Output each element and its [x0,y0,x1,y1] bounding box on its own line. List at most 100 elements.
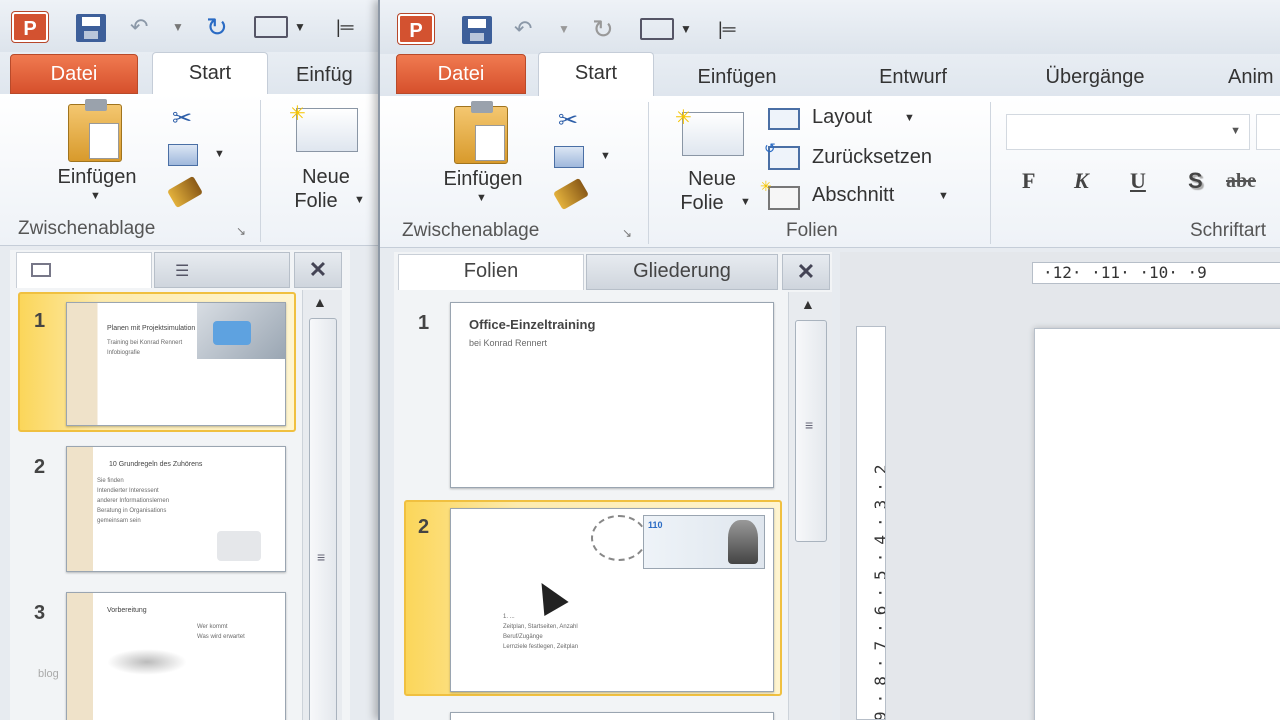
font-size-dropdown[interactable] [1256,114,1280,150]
panel-tab-gliederung[interactable]: Gliederung [586,254,778,290]
tab-start[interactable]: Start [538,52,654,96]
business-card-image: 110 [643,515,765,569]
slide-text-line: Beratung in Organisations [97,508,167,514]
tab-start[interactable]: Start [152,52,268,96]
slide-number: 2 [418,516,430,538]
panel-tab-folien[interactable]: Folien [398,254,584,290]
clipboard-group-label: Zwischenablage [402,220,540,241]
tab-datei[interactable]: Datei [396,54,526,94]
reset-icon[interactable]: ↺ [764,140,800,170]
slideshow-icon[interactable] [640,18,674,40]
new-slide-label-line2[interactable]: Folie [662,192,742,215]
save-icon[interactable] [462,16,492,44]
dropdown-arrow-icon[interactable]: ▼ [938,190,949,202]
save-icon[interactable] [76,14,106,42]
back-slide-panel: ☰ ✕ 1 Planen mit Projektsimulation Train… [10,250,350,720]
slide-thumb-3[interactable] [450,712,774,720]
customize-toolbar-icon[interactable]: |═ [336,14,353,40]
close-panel-icon[interactable]: ✕ [782,254,830,290]
tab-animationen[interactable]: Anim [1228,60,1280,96]
dropdown-arrow-icon[interactable]: ▼ [740,196,751,208]
redo-icon[interactable]: ↻ [592,16,614,42]
section-icon[interactable]: ✳ [760,178,800,210]
dropdown-arrow-icon[interactable]: ▼ [558,16,570,42]
paste-button-label[interactable]: Einfügen [426,168,540,191]
cut-icon[interactable]: ✂ [172,104,192,133]
bold-button[interactable]: F [1022,168,1035,194]
scroll-up-icon[interactable]: ▲ [801,296,815,312]
slide-thumb-1[interactable]: Planen mit Projektsimulation Training be… [66,302,286,426]
slide-thumb-1[interactable]: Office-Einzeltraining bei Konrad Rennert [450,302,774,488]
front-quick-access-toolbar: P ↶ ▼ ↻ ▼ |═ [380,0,1280,54]
customize-toolbar-icon[interactable]: |═ [718,16,735,42]
paste-button-label[interactable]: Einfügen [40,166,154,189]
slide-image [217,531,261,561]
scrollbar-thumb[interactable]: ≡ [309,318,337,720]
dropdown-arrow-icon[interactable]: ▼ [90,190,101,202]
reset-button[interactable]: Zurücksetzen [812,146,932,169]
font-name-dropdown[interactable]: ▼ [1006,114,1250,150]
ribbon-separator [990,102,991,244]
layout-icon[interactable] [768,108,800,130]
clipboard-icon[interactable] [68,99,122,162]
dropdown-arrow-icon[interactable]: ▼ [680,16,692,42]
tab-uebergaenge[interactable]: Übergänge [1010,60,1180,96]
front-slide-panel: Folien Gliederung ✕ 1 Office-Einzeltrain… [394,252,832,720]
clipboard-icon[interactable] [454,101,508,164]
cut-icon[interactable]: ✂ [558,106,578,135]
format-painter-icon[interactable] [167,175,203,209]
dropdown-arrow-icon[interactable]: ▼ [904,112,915,124]
copy-icon[interactable] [554,146,584,168]
redo-icon[interactable]: ↻ [206,14,228,40]
dialog-launcher-icon[interactable]: ↘ [622,226,632,240]
mouse-cursor-icon [529,576,569,616]
ribbon-separator [260,100,261,242]
layout-button[interactable]: Layout [812,106,872,129]
powerpoint-app-icon[interactable]: P [398,14,434,44]
section-button[interactable]: Abschnitt [812,184,894,207]
slideshow-icon[interactable] [254,16,288,38]
shadow-button[interactable]: S [1188,168,1203,194]
dialog-launcher-icon[interactable]: ↘ [236,224,246,238]
dropdown-arrow-icon[interactable]: ▼ [600,150,611,162]
scroll-up-icon[interactable]: ▲ [313,294,327,310]
strikethrough-button[interactable]: abe [1226,170,1256,193]
slide-thumb-2[interactable]: 10 Grundregeln des Zuhörens Sie finden I… [66,446,286,572]
undo-icon[interactable]: ↶ [130,14,148,40]
slide-editing-area[interactable]: ·12· ·11· ·10· ·9 9·8·7·6·5·4·3·2 [840,252,1280,720]
scrollbar-thumb[interactable]: ≡ [795,320,827,542]
dropdown-arrow-icon[interactable]: ▼ [476,192,487,204]
new-slide-label-line1[interactable]: Neue [282,166,370,189]
slide-thumb-2[interactable]: 110 1. ... Zeitplan, Startseiten, Anzahl… [450,508,774,692]
underline-button[interactable]: U [1130,168,1146,194]
dropdown-arrow-icon[interactable]: ▼ [294,14,306,40]
new-slide-label-line1[interactable]: Neue [668,168,756,191]
front-panel-scrollbar[interactable]: ▲ ≡ [788,292,832,720]
dropdown-arrow-icon[interactable]: ▼ [214,148,225,160]
close-panel-icon[interactable]: ✕ [294,252,342,288]
dropdown-arrow-icon[interactable]: ▼ [354,194,365,206]
clipboard-group-label: Zwischenablage [18,218,156,239]
powerpoint-app-icon[interactable]: P [12,12,48,42]
panel-tab-outline[interactable]: ☰ [154,252,290,288]
tab-einfuegen[interactable]: Einfüg [296,58,378,94]
copy-icon[interactable] [168,144,198,166]
new-slide-label-line2[interactable]: Folie [276,190,356,213]
slide-text-line: anderer Informationslernen [97,498,170,504]
new-slide-icon[interactable]: ✳ [675,107,744,156]
undo-icon[interactable]: ↶ [514,16,532,42]
new-slide-icon[interactable]: ✳ [289,103,358,152]
tab-entwurf[interactable]: Entwurf [848,60,978,96]
slide-canvas[interactable] [1034,328,1280,720]
back-panel-scrollbar[interactable]: ▲ ≡ [302,290,342,720]
tab-einfuegen[interactable]: Einfügen [672,60,802,96]
tab-datei[interactable]: Datei [10,54,138,94]
stamp-image [591,515,647,561]
slide-title: Office-Einzeltraining [469,317,596,332]
panel-tab-slides[interactable] [16,252,152,288]
dropdown-arrow-icon[interactable]: ▼ [172,14,184,40]
slide-thumb-3[interactable]: Vorbereitung Wer kommt Was wird erwartet [66,592,286,720]
slide-number: 1 [418,312,430,334]
format-painter-icon[interactable] [553,177,589,211]
italic-button[interactable]: K [1074,168,1089,194]
